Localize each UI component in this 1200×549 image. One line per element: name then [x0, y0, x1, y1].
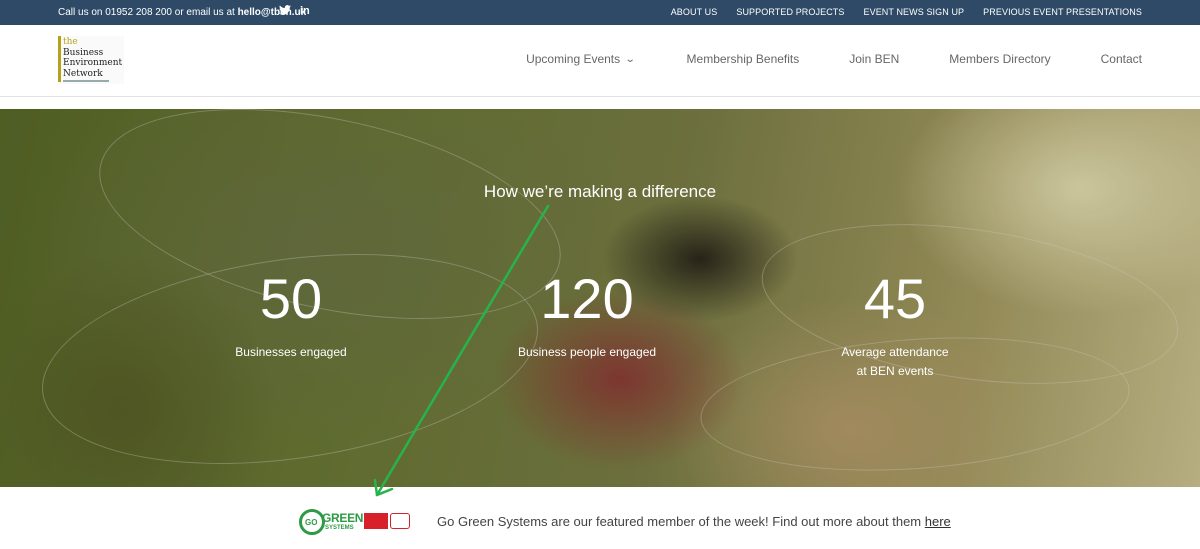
logo-line-the: the: [63, 37, 78, 47]
featured-member-text: Go Green Systems are our featured member…: [437, 514, 951, 529]
featured-here-link[interactable]: here: [925, 514, 951, 529]
logo-text: the Business Environment Network: [63, 37, 122, 79]
nav-item-members-directory[interactable]: Members Directory: [949, 52, 1050, 66]
contact-text: Call us on 01952 208 200 or email us at: [58, 7, 238, 18]
go-green-systems-logo[interactable]: GO GREEN SYSTEMS: [299, 509, 411, 537]
stat-value: 120: [540, 267, 634, 330]
featured-member-bar: GO GREEN SYSTEMS Go Green Systems are ou…: [0, 487, 1200, 549]
stat-business-people-engaged: 120 Business people engaged: [487, 269, 687, 362]
twitter-icon[interactable]: [279, 5, 291, 18]
nav-label: Contact: [1100, 52, 1142, 66]
logo-tagline: [63, 80, 109, 82]
nav-label: Upcoming Events: [526, 52, 621, 66]
site-logo[interactable]: the Business Environment Network: [58, 36, 124, 84]
stat-average-attendance: 45 Average attendance at BEN events: [795, 269, 995, 381]
nav-label: Join BEN: [849, 52, 900, 66]
top-link-event-news-sign-up[interactable]: EVENT NEWS SIGN UP: [864, 7, 965, 17]
featured-text: Go Green Systems are our featured member…: [437, 514, 925, 529]
nav-label: Members Directory: [949, 52, 1051, 66]
main-nav: Upcoming Events ⌄ Membership Benefits Jo…: [526, 52, 1142, 66]
stat-label: Business people engaged: [517, 345, 657, 359]
logo-line-network: Network: [63, 68, 103, 79]
site-header: the Business Environment Network Upcomin…: [0, 25, 1200, 97]
stat-businesses-engaged: 50 Businesses engaged: [191, 269, 391, 362]
nav-item-contact[interactable]: Contact: [1101, 52, 1142, 66]
linkedin-icon[interactable]: in: [300, 5, 310, 17]
logo-bar: [58, 36, 61, 82]
stat-value: 45: [863, 267, 927, 330]
top-link-supported-projects[interactable]: SUPPORTED PROJECTS: [736, 7, 844, 17]
nav-label: Membership Benefits: [686, 52, 800, 66]
logo-circle-text: GO: [305, 518, 318, 527]
contact-info: Call us on 01952 208 200 or email us at …: [58, 7, 306, 18]
top-link-previous-event-presentations[interactable]: PREVIOUS EVENT PRESENTATIONS: [983, 7, 1142, 17]
nav-item-upcoming-events[interactable]: Upcoming Events ⌄: [526, 52, 636, 66]
stat-value: 50: [259, 267, 323, 330]
stat-label: Average attendance at BEN events: [841, 345, 949, 378]
nav-item-membership-benefits[interactable]: Membership Benefits: [687, 52, 800, 66]
stat-label: Businesses engaged: [235, 345, 347, 359]
partner-badge-icon: [390, 513, 410, 529]
logo-line-environment: Environment: [63, 58, 123, 68]
hero-section: How we’re making a difference 50 Busines…: [0, 109, 1200, 487]
logo-line-business: Business: [63, 47, 104, 58]
top-link-about-us[interactable]: ABOUT US: [671, 7, 718, 17]
top-links: ABOUT US SUPPORTED PROJECTS EVENT NEWS S…: [671, 7, 1142, 17]
nav-item-join-ben[interactable]: Join BEN: [849, 52, 899, 66]
top-bar: Call us on 01952 208 200 or email us at …: [0, 0, 1200, 25]
hero-title: How we’re making a difference: [483, 182, 717, 201]
email-link[interactable]: hello@tben.uk: [238, 7, 307, 18]
logo-word: GREEN: [322, 511, 364, 525]
logo-sub: SYSTEMS: [325, 525, 354, 531]
partner-badge-icon: [364, 513, 388, 529]
chevron-down-icon: ⌄: [624, 53, 636, 65]
